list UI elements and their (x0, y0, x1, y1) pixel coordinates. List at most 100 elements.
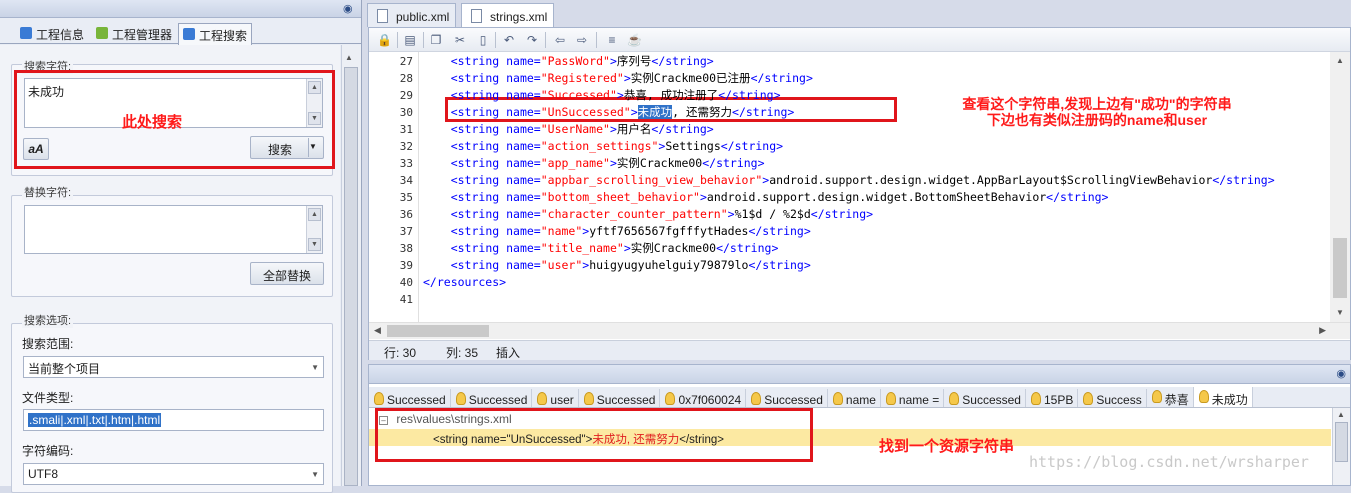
xml-tag-close: </string> (720, 139, 784, 153)
xml-tag-close: </string> (651, 54, 714, 68)
lightbulb-icon (537, 392, 548, 405)
result-tab[interactable]: Successed (944, 389, 1026, 407)
xml-tag-close: </string> (718, 88, 781, 102)
result-tab[interactable]: user (532, 389, 579, 407)
cut-icon[interactable]: ✂ (453, 33, 467, 47)
editor-vertical-scrollbar[interactable]: ▲ ▼ (1330, 52, 1350, 322)
result-tab[interactable]: 0x7f060024 (660, 389, 747, 407)
xml-tag-bracket: > (616, 88, 624, 102)
code-line[interactable]: <string name="UnSuccessed">未成功, 还需努力</st… (423, 104, 794, 121)
code-line[interactable]: <string name="title_name">实例Crackme00</s… (423, 240, 779, 257)
scroll-right-arrow-icon[interactable]: ▶ (1319, 325, 1326, 336)
scroll-down-arrow-icon[interactable]: ▼ (308, 238, 321, 251)
xml-tag-bracket: > (727, 207, 735, 221)
copy-icon[interactable]: ❐ (429, 33, 443, 47)
left-panel-scrollbar[interactable]: ▲ (341, 45, 361, 486)
eye-icon[interactable]: ◉ (343, 2, 357, 15)
results-scrollbar[interactable]: ▲ (1332, 408, 1350, 485)
xml-attribute-value: "UserName" (540, 122, 610, 136)
tab-project-manager[interactable]: 工程管理器 (92, 23, 176, 44)
code-line[interactable]: <string name="PassWord">序列号</string> (423, 53, 714, 70)
filetype-input[interactable]: .smali|.xml|.txt|.htm|.html (23, 409, 324, 431)
replace-input-scrollbar[interactable]: ▲ ▼ (306, 206, 322, 253)
scrollbar-thumb[interactable] (1335, 422, 1348, 462)
undo-icon[interactable]: ↶ (502, 33, 516, 47)
xml-text: %1$d / %2$d (734, 207, 811, 221)
code-line[interactable]: <string name="app_name">实例Crackme00</str… (423, 155, 765, 172)
xml-tag-close: </string> (716, 241, 779, 255)
line-number: 31 (399, 123, 413, 136)
tab-public-xml[interactable]: public.xml (367, 3, 457, 27)
replace-input[interactable]: ▲ ▼ (24, 205, 323, 254)
code-line[interactable]: <string name="Registered">实例Crackme00已注册… (423, 70, 813, 87)
annotation-line-1: 查看这个字符串,发现上边有"成功"的字符串 (962, 96, 1232, 112)
scope-value: 当前整个项目 (28, 362, 101, 376)
result-tab[interactable]: Successed (746, 389, 828, 407)
xml-tag-bracket: > (609, 54, 617, 68)
scrollbar-thumb[interactable] (1333, 238, 1347, 298)
tab-project-search[interactable]: 工程搜索 (178, 23, 253, 45)
scroll-up-arrow-icon[interactable]: ▲ (345, 53, 353, 62)
java-icon[interactable]: ☕ (627, 33, 642, 47)
scroll-down-arrow-icon[interactable]: ▼ (1336, 308, 1344, 317)
result-tab-label: name (845, 393, 876, 407)
code-line[interactable]: <string name="character_counter_pattern"… (423, 206, 873, 223)
toolbar-divider (423, 32, 424, 48)
code-editor: 🔒 ▤ ❐ ✂ ▯ ↶ ↷ ⇦ ⇨ ≡ ☕ 27 28 29 30 31 32 33 34 35… (368, 27, 1351, 360)
result-tab[interactable]: 15PB (1026, 389, 1079, 407)
format-icon[interactable]: ≡ (605, 33, 619, 47)
code-line[interactable]: <string name="UserName">用户名</string> (423, 121, 714, 138)
tab-project-info[interactable]: 工程信息 (16, 23, 88, 44)
result-tab[interactable]: Successed (451, 389, 533, 407)
tab-strings-xml[interactable]: strings.xml (461, 3, 555, 27)
replace-all-button[interactable]: 全部替换 (250, 262, 324, 285)
paste-icon[interactable]: ▯ (476, 33, 490, 47)
back-arrow-icon[interactable]: ⇦ (553, 33, 567, 47)
code-line[interactable]: <string name="appbar_scrolling_view_beha… (423, 172, 1275, 189)
redo-icon[interactable]: ↷ (525, 33, 539, 47)
forward-arrow-icon[interactable]: ⇨ (575, 33, 589, 47)
results-tree: – res\values\strings.xml <string name="U… (369, 408, 1331, 485)
scroll-up-arrow-icon[interactable]: ▲ (308, 208, 321, 221)
encoding-select[interactable]: UTF8 ▼ (23, 463, 324, 485)
line-number: 34 (399, 174, 413, 187)
lightbulb-icon (832, 392, 843, 405)
line-number: 28 (399, 72, 413, 85)
xml-attribute-value: "appbar_scrolling_view_behavior" (540, 173, 763, 187)
result-tab[interactable]: Success (1078, 389, 1147, 407)
save-icon[interactable]: ▤ (403, 33, 417, 47)
code-line[interactable]: <string name="user">huigyugyuhelguiy7987… (423, 257, 811, 274)
lock-icon[interactable]: 🔒 (377, 33, 392, 47)
result-tab[interactable]: Successed (579, 389, 661, 407)
panel-tabs: 工程信息 工程管理器 工程搜索 (0, 18, 361, 45)
scope-select[interactable]: 当前整个项目 ▼ (23, 356, 324, 378)
result-tab[interactable]: 恭喜 (1147, 387, 1194, 407)
xml-tag-close: </string> (748, 258, 811, 272)
code-line[interactable]: <string name="action_settings">Settings<… (423, 138, 783, 155)
result-tab-label: Successed (387, 393, 446, 407)
result-tab[interactable]: name (828, 389, 881, 407)
lightbulb-icon (1030, 392, 1041, 405)
result-tab[interactable]: 未成功 (1193, 387, 1253, 407)
tab-label: 工程信息 (36, 28, 85, 42)
xml-tag-close: </string> (651, 122, 714, 136)
result-tab[interactable]: name = (881, 389, 945, 407)
result-tab[interactable]: Successed (369, 389, 451, 407)
file-tabs: public.xml strings.xml (365, 0, 1351, 27)
scroll-up-arrow-icon[interactable]: ▲ (1336, 56, 1344, 65)
scrollbar-thumb[interactable] (344, 67, 358, 486)
code-line[interactable]: <string name="name">yftf7656567fgfffytHa… (423, 223, 811, 240)
code-line-closing[interactable]: </resources> (423, 274, 506, 291)
panel-header: ◉ (0, 0, 361, 18)
code-line[interactable]: <string name="Successed">恭喜, 成功注册了</stri… (423, 87, 781, 104)
scroll-left-arrow-icon[interactable]: ◀ (374, 325, 381, 336)
tab-label: 工程管理器 (112, 28, 173, 42)
xml-attribute-value: "title_name" (540, 241, 624, 255)
code-line[interactable]: <string name="bottom_sheet_behavior">and… (423, 189, 1109, 206)
editor-horizontal-scrollbar[interactable]: ◀ ▶ (369, 322, 1350, 339)
scrollbar-thumb[interactable] (387, 325, 489, 337)
scroll-up-arrow-icon[interactable]: ▲ (1337, 410, 1345, 419)
eye-icon[interactable]: ◉ (1336, 367, 1346, 380)
